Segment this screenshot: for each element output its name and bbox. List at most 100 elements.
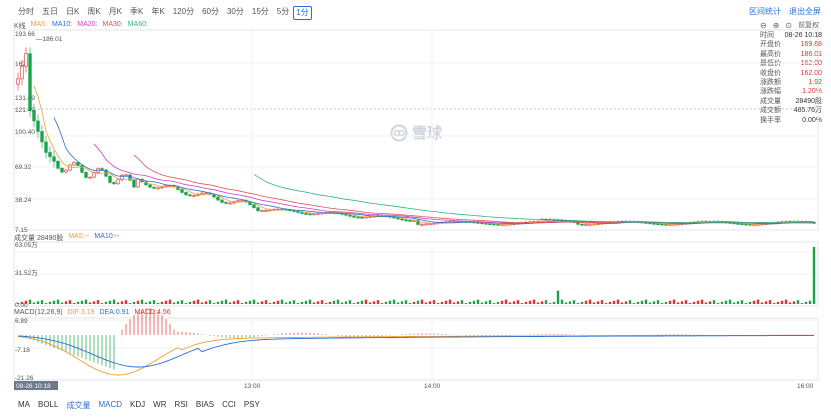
volume-bar	[488, 300, 492, 304]
candle-body	[28, 53, 32, 111]
ma10-legend: MA10:	[52, 21, 73, 28]
period-tab-month[interactable]: 月K	[105, 6, 126, 20]
volume-bar	[40, 300, 44, 304]
candle-body	[188, 194, 192, 197]
indicator-tab-wr[interactable]: WR	[153, 400, 166, 411]
info-value: 1.20%	[802, 88, 822, 96]
candle-body	[240, 200, 244, 202]
volume-bar	[140, 299, 144, 304]
candle-body	[176, 186, 180, 190]
zoom-out-icon[interactable]: ⊖	[760, 21, 767, 30]
adjust-label[interactable]: 前复权	[798, 20, 819, 30]
candle-body	[336, 212, 340, 214]
period-tab-60min[interactable]: 60分	[198, 6, 223, 20]
period-tab-year[interactable]: 年K	[147, 6, 168, 20]
candle-body	[576, 221, 580, 225]
exit-fullscreen-button[interactable]: 退出全屏	[789, 6, 821, 17]
period-tab-5min[interactable]: 5分	[273, 6, 293, 20]
volume-bar	[504, 299, 508, 304]
indicator-tab-rsi[interactable]: RSI	[174, 400, 187, 411]
info-row: 最低价 162.00	[760, 59, 822, 68]
volume-bar	[796, 300, 800, 304]
volume-bar	[772, 303, 776, 304]
adjust-icon[interactable]: ⊙	[785, 21, 792, 30]
candle-body	[332, 212, 336, 214]
candle-body	[412, 220, 416, 222]
zoom-in-icon[interactable]: ⊕	[773, 21, 780, 30]
indicator-tab-volume[interactable]: 成交量	[66, 400, 90, 411]
macd-panel-frame	[13, 317, 819, 381]
volume-bar	[604, 303, 608, 304]
candle-body	[740, 223, 744, 226]
candle-body	[20, 65, 24, 80]
volume-bar	[92, 301, 96, 304]
indicator-tab-ma[interactable]: MA	[18, 400, 30, 411]
kline-y-label: 121.49	[15, 107, 35, 114]
period-tab-30min[interactable]: 30分	[223, 6, 248, 20]
indicator-tabs: MA BOLL 成交量 MACD KDJ WR RSI BIAS CCI PSY	[18, 400, 260, 411]
volume-bar	[768, 300, 772, 304]
candle-body	[136, 178, 140, 188]
volume-bar	[464, 303, 468, 304]
volume-bar	[752, 300, 756, 304]
indicator-tab-boll[interactable]: BOLL	[38, 400, 58, 411]
volume-bar	[708, 301, 712, 304]
candle-body	[420, 223, 424, 226]
info-label: 开盘价	[760, 41, 781, 49]
info-label: 成交额	[760, 107, 781, 115]
volume-bar	[288, 301, 292, 304]
period-tab-day[interactable]: 日K	[62, 6, 83, 20]
volume-bar	[188, 301, 192, 304]
indicator-tab-cci[interactable]: CCI	[222, 400, 236, 411]
candle-body	[124, 174, 128, 177]
volume-bar	[528, 300, 532, 304]
volume-bar	[392, 299, 396, 304]
candle-body	[596, 223, 600, 225]
candle-body	[216, 196, 220, 201]
volume-bar	[364, 299, 368, 304]
candle-body	[292, 210, 296, 212]
volume-bar	[108, 300, 112, 304]
interval-stats-button[interactable]: 区间统计	[749, 6, 781, 17]
volume-bar	[536, 302, 540, 304]
period-tab-intraday[interactable]: 分时	[14, 6, 38, 20]
volume-bar	[692, 301, 696, 304]
candle-body	[88, 176, 92, 179]
volume-bar	[404, 300, 408, 304]
volume-bar	[180, 300, 184, 304]
period-tab-5day[interactable]: 五日	[38, 6, 62, 20]
period-tab-1min[interactable]: 1分	[293, 6, 312, 20]
volume-bar	[204, 301, 208, 304]
volume-bar	[24, 300, 28, 304]
volume-bar	[512, 301, 516, 304]
volume-bar	[520, 303, 524, 304]
period-tab-quarter[interactable]: 季K	[126, 6, 147, 20]
candle-body	[700, 221, 704, 223]
candle-body	[204, 192, 208, 195]
candle-body	[368, 216, 372, 218]
macd-dif-line	[17, 334, 814, 376]
candle-body	[708, 220, 712, 223]
candle-body	[92, 172, 96, 178]
volume-bar	[476, 299, 480, 304]
period-tab-120min[interactable]: 120分	[169, 6, 198, 20]
info-label: 成交量	[760, 97, 781, 105]
period-tab-week[interactable]: 周K	[83, 6, 104, 20]
indicator-tab-kdj[interactable]: KDJ	[130, 400, 145, 411]
volume-bar	[32, 302, 36, 304]
indicator-tab-bias[interactable]: BIAS	[196, 400, 214, 411]
vol-ma10-legend: MA10:--	[94, 233, 120, 240]
period-tab-15min[interactable]: 15分	[248, 6, 273, 20]
macd-value-legend: MACD:4.56	[134, 309, 171, 316]
indicator-tab-macd[interactable]: MACD	[98, 400, 122, 411]
candle-body	[316, 213, 320, 215]
indicator-tab-psy[interactable]: PSY	[244, 400, 260, 411]
time-label: 16:00	[797, 383, 814, 390]
volume-bar	[56, 299, 60, 304]
kline-title: K线	[14, 23, 26, 30]
candle-body	[180, 189, 184, 193]
candle-body	[724, 221, 728, 224]
candle-body	[716, 221, 720, 223]
candle-body	[288, 209, 292, 211]
candle-body	[232, 201, 236, 204]
